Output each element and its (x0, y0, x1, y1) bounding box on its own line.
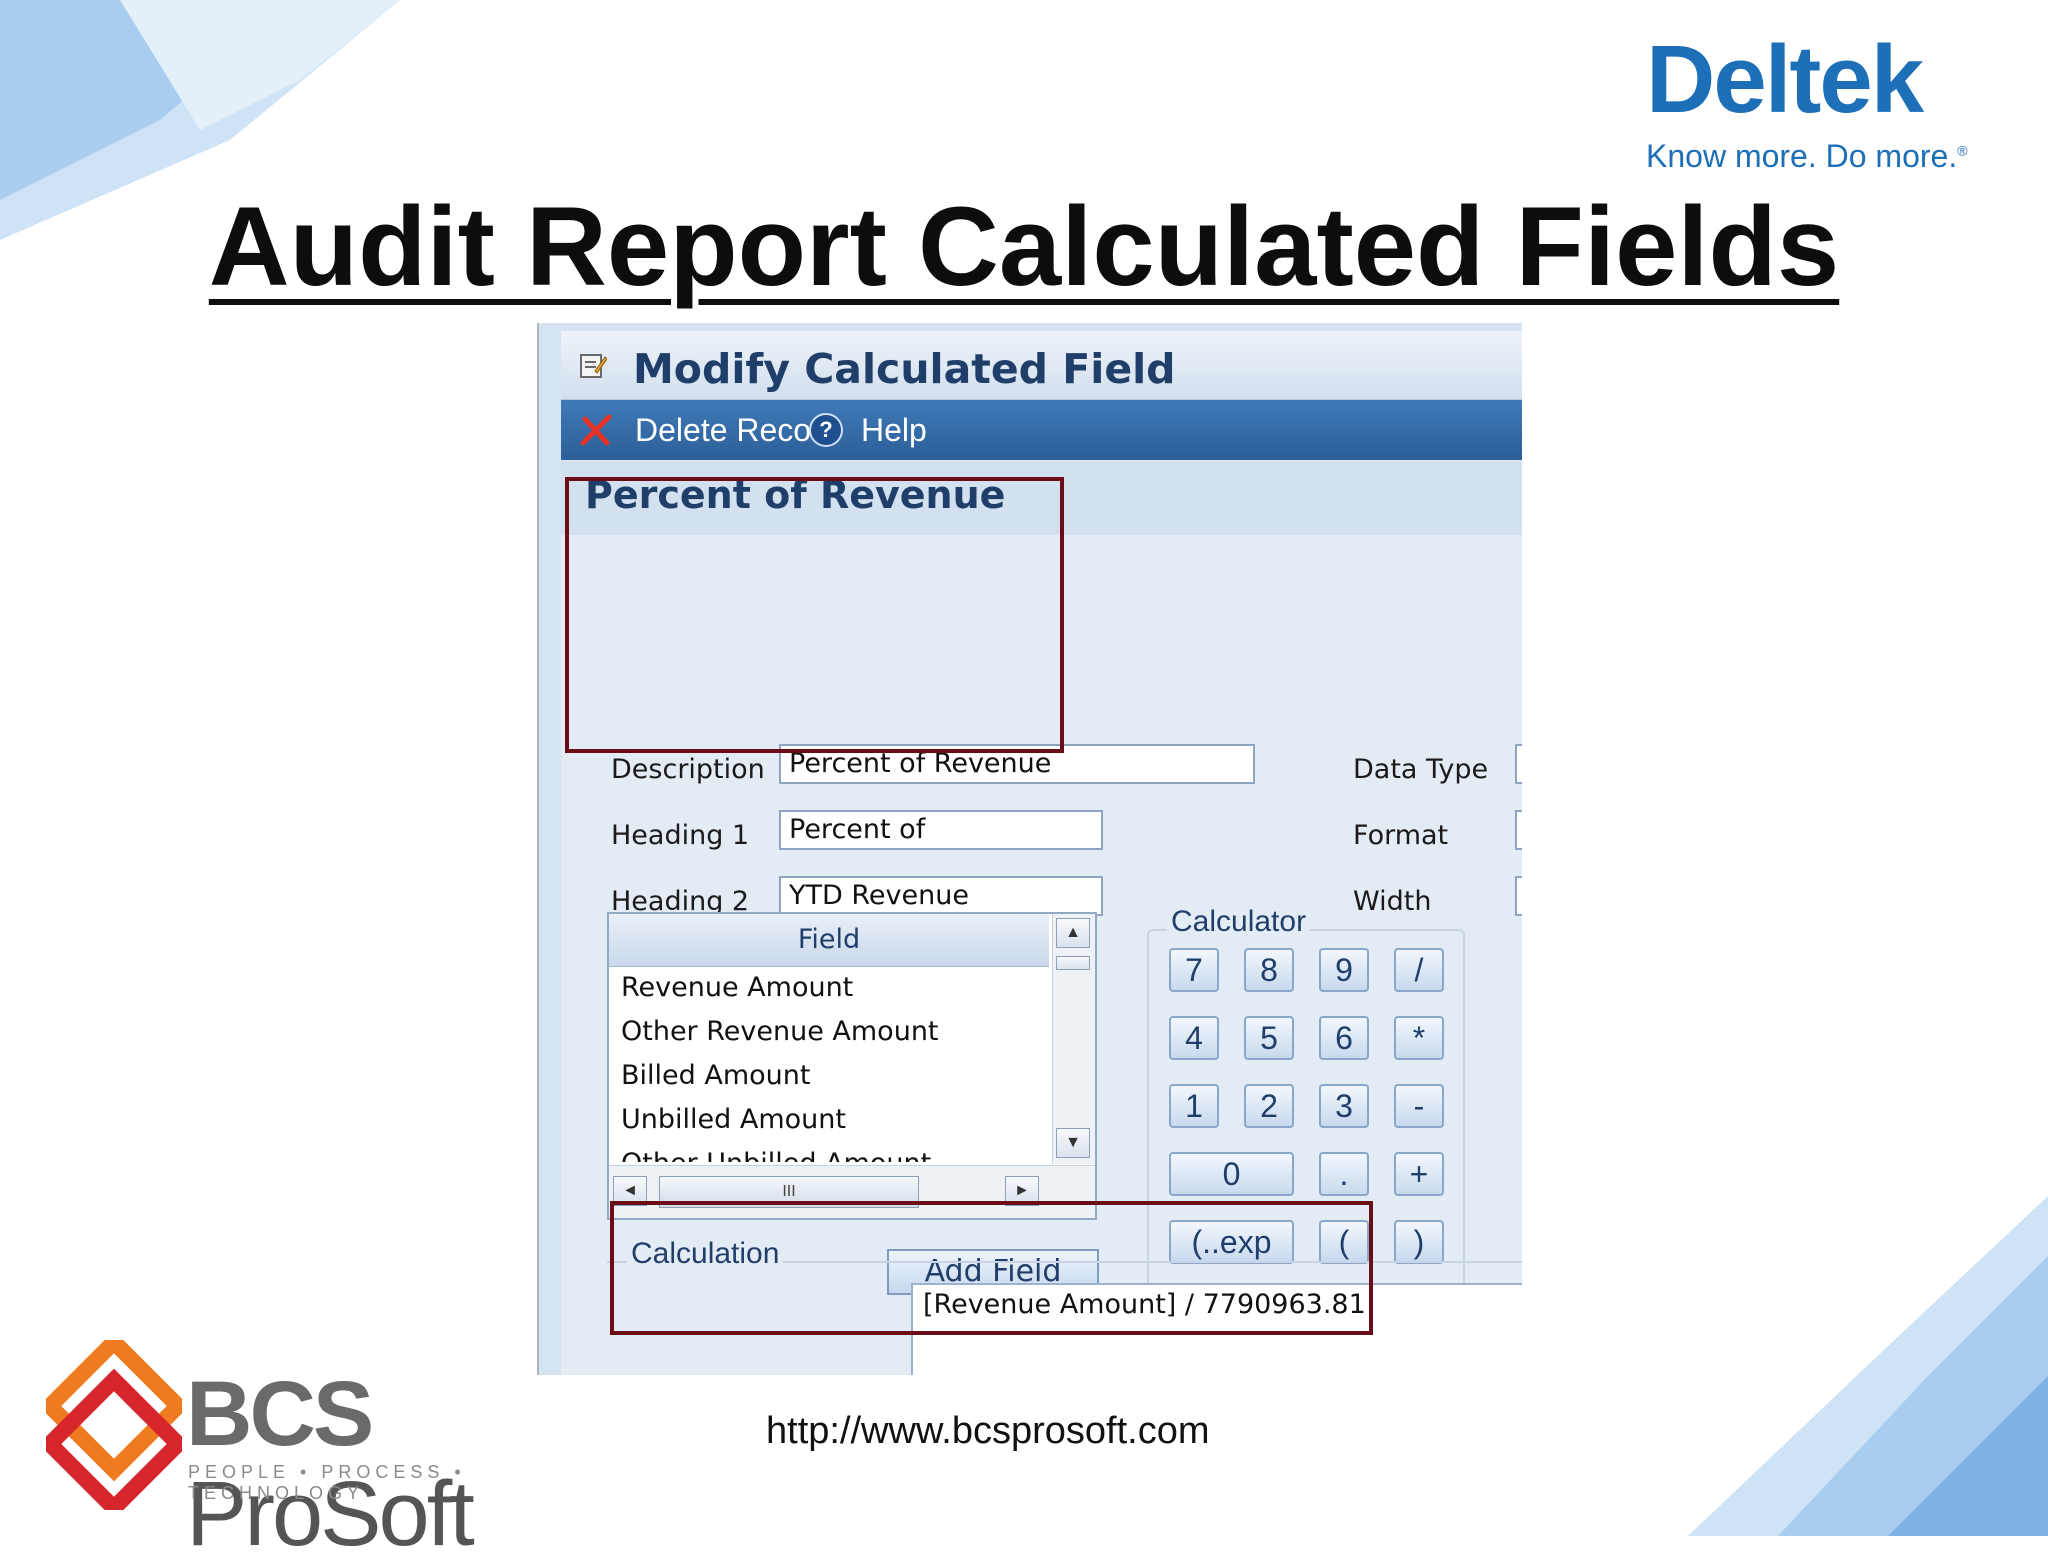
help-label: Help (861, 411, 927, 448)
delete-x-icon (580, 414, 612, 446)
calc-key-close-paren[interactable]: ) (1394, 1220, 1444, 1264)
calc-key-multiply[interactable]: * (1394, 1016, 1444, 1060)
horizontal-scroll-thumb[interactable]: III (659, 1176, 919, 1208)
deltek-logo: Deltek Know more. Do more.® (1646, 30, 1968, 175)
vertical-scrollbar[interactable]: ▲ ▼ (1052, 914, 1095, 1164)
calc-key-8[interactable]: 8 (1244, 948, 1294, 992)
bcs-tagline: PEOPLE • PROCESS • TECHNOLOGY (188, 1462, 466, 1503)
calc-key-decimal[interactable]: . (1319, 1152, 1369, 1196)
calc-key-exp[interactable]: (..exp (1169, 1220, 1294, 1264)
scroll-up-icon[interactable]: ▲ (1056, 918, 1090, 948)
field-list-rows: Revenue Amount Other Revenue Amount Bill… (609, 966, 1049, 1162)
window-titlebar: Modify Calculated Field (561, 331, 1522, 400)
horizontal-scrollbar[interactable]: ◄ III ► (609, 1165, 1095, 1218)
calc-key-6[interactable]: 6 (1319, 1016, 1369, 1060)
data-type-label: Data Type (1353, 754, 1489, 785)
help-button[interactable]: ? Help (809, 410, 927, 450)
description-label: Description (611, 754, 765, 785)
deltek-logo-wordmark: Deltek (1646, 26, 1924, 133)
calculation-label: Calculation (627, 1237, 784, 1271)
calc-key-divide[interactable]: / (1394, 948, 1444, 992)
width-field[interactable] (1515, 876, 1522, 916)
window-title: Modify Calculated Field (633, 345, 1176, 393)
calc-key-9[interactable]: 9 (1319, 948, 1369, 992)
calculator-legend: Calculator (1167, 905, 1311, 939)
help-icon: ? (809, 413, 843, 447)
delete-record-button[interactable]: Delete Record (579, 410, 840, 450)
heading-1-field[interactable]: Percent of (779, 810, 1103, 850)
record-title: Percent of Revenue (585, 473, 1006, 517)
modify-calculated-field-window: Modify Calculated Field Delete Record ? … (537, 323, 1522, 1375)
scroll-right-icon[interactable]: ► (1005, 1176, 1039, 1206)
heading-1-label: Heading 1 (611, 820, 750, 851)
calc-key-open-paren[interactable]: ( (1319, 1220, 1369, 1264)
field-list[interactable]: Field Revenue Amount Other Revenue Amoun… (607, 912, 1097, 1220)
field-column-header[interactable]: Field (609, 914, 1049, 967)
bcs-diamond-icon (46, 1340, 182, 1510)
registered-mark: ® (1957, 142, 1968, 159)
list-item[interactable]: Other Unbilled Amount (609, 1142, 1049, 1162)
list-item[interactable]: Billed Amount (609, 1054, 1049, 1098)
calc-key-1[interactable]: 1 (1169, 1084, 1219, 1128)
calc-key-0[interactable]: 0 (1169, 1152, 1294, 1196)
deltek-tagline: Know more. Do more.® (1646, 138, 1968, 175)
list-item[interactable]: Other Revenue Amount (609, 1010, 1049, 1054)
deltek-tagline-text: Know more. Do more. (1646, 138, 1958, 174)
calc-key-minus[interactable]: - (1394, 1084, 1444, 1128)
bcs-wordmark-bold: BCS (186, 1363, 374, 1465)
data-type-select[interactable] (1515, 744, 1522, 784)
bcs-prosoft-logo: BCS ProSoft PEOPLE • PROCESS • TECHNOLOG… (46, 1340, 626, 1564)
vertical-scroll-thumb[interactable] (1056, 956, 1090, 970)
calc-key-5[interactable]: 5 (1244, 1016, 1294, 1060)
calc-key-7[interactable]: 7 (1169, 948, 1219, 992)
window-toolbar: Delete Record ? Help (561, 400, 1522, 460)
heading-2-field[interactable]: YTD Revenue (779, 876, 1103, 916)
list-item[interactable]: Unbilled Amount (609, 1098, 1049, 1142)
calculation-side-panel (607, 1301, 913, 1375)
format-label: Format (1353, 820, 1449, 851)
window-body: Modify Calculated Field Delete Record ? … (561, 331, 1522, 1375)
calc-key-3[interactable]: 3 (1319, 1084, 1369, 1128)
calc-key-4[interactable]: 4 (1169, 1016, 1219, 1060)
slide-title: Audit Report Calculated Fields (0, 182, 2048, 311)
scroll-down-icon[interactable]: ▼ (1056, 1128, 1090, 1158)
footer-url[interactable]: http://www.bcsprosoft.com (766, 1410, 1210, 1453)
scroll-left-icon[interactable]: ◄ (613, 1176, 647, 1206)
list-item[interactable]: Revenue Amount (609, 966, 1049, 1010)
edit-record-icon (580, 354, 607, 378)
format-select[interactable] (1515, 810, 1522, 850)
width-label: Width (1353, 886, 1432, 917)
calculation-field[interactable]: [Revenue Amount] / 7790963.81 (911, 1283, 1522, 1375)
calc-key-plus[interactable]: + (1394, 1152, 1444, 1196)
record-header: Percent of Revenue (561, 461, 1522, 535)
description-field[interactable]: Percent of Revenue (779, 744, 1255, 784)
corner-decoration-bottom-right (1688, 1196, 2048, 1536)
slide-title-text: Audit Report Calculated Fields (208, 184, 1840, 309)
calc-key-2[interactable]: 2 (1244, 1084, 1294, 1128)
